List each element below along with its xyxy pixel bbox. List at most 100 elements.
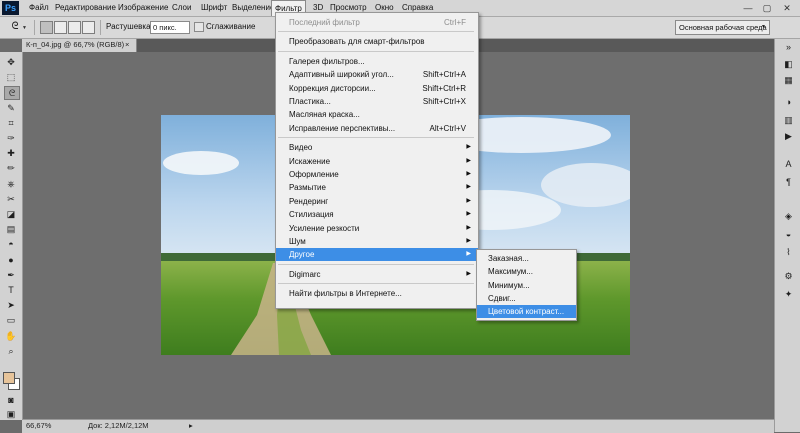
menu-item-label: Шум (289, 237, 306, 246)
document-size: Док: 2,12M/2,12M (88, 421, 149, 430)
filter-menu-item[interactable]: Коррекция дисторсии... Shift+Ctrl+R (276, 82, 478, 95)
screen-mode-icon[interactable]: ▣ (4, 408, 18, 420)
lasso-icon[interactable]: ᘓ (4, 86, 20, 101)
healing-brush-icon[interactable]: ✚ (4, 147, 18, 159)
layers-icon[interactable]: ◈ (782, 211, 795, 222)
tools-panel: ✥ ⬚ ᘓ ✎ ⌗ ✑ ✚ ✏ ⎈ ✂ ◪ ▤ ◓ ● ✒ T ➤ ▭ ✋ ⌕ ◙ ▣ (0, 52, 23, 420)
antialias-checkbox[interactable] (194, 22, 204, 32)
menu-item-label: Стилизация (289, 210, 334, 220)
hand-icon[interactable]: ✋ (4, 330, 18, 342)
character-icon[interactable]: A (782, 159, 795, 170)
filter-menu-item[interactable]: Пластика... Shift+Ctrl+X (276, 95, 478, 108)
minimize-button[interactable]: — (741, 3, 755, 13)
menu-item[interactable]: Изображение (118, 0, 168, 16)
workspace-select[interactable]: Основная рабочая среда ▼ (675, 20, 770, 35)
submenu-arrow-icon: ▶ (466, 171, 471, 177)
add-selection-icon[interactable] (54, 21, 67, 34)
feather-input[interactable]: 0 пикс. (150, 21, 190, 34)
preset-dropdown-icon[interactable]: ▼ (22, 25, 27, 31)
other-submenu-item[interactable]: Цветовой контраст... (477, 305, 576, 319)
filter-menu-item[interactable]: Найти фильтры в Интернете... (276, 287, 478, 300)
actions-icon[interactable]: ▶ (782, 131, 795, 142)
filter-menu-item[interactable]: Адаптивный широкий угол... Shift+Ctrl+A (276, 68, 478, 81)
marquee-icon[interactable]: ⬚ (4, 71, 18, 83)
history-brush-icon[interactable]: ✂ (4, 193, 18, 205)
menu-item-label: Видео (289, 143, 313, 153)
filter-menu-item[interactable]: Размытие ▶ (276, 181, 478, 194)
menu-item-label: Минимум... (488, 280, 530, 290)
filter-menu-item[interactable]: Галерея фильтров... (276, 55, 478, 68)
blur-icon[interactable]: ◓ (4, 238, 18, 250)
filter-menu-item[interactable]: Стилизация ▶ (276, 208, 478, 221)
menu-item[interactable]: Шрифт (201, 0, 227, 16)
adjustments-icon[interactable]: ◑ (782, 97, 795, 108)
zoom-icon[interactable]: ⌕ (4, 345, 18, 357)
foreground-color-swatch[interactable] (3, 372, 15, 384)
status-bar: 66,67% Док: 2,12M/2,12M ▸ (22, 419, 774, 433)
pen-icon[interactable]: ✒ (4, 269, 18, 281)
styles-icon[interactable]: ✦ (782, 289, 795, 300)
collapse-icon[interactable]: » (782, 42, 795, 53)
filter-menu-item[interactable]: Искажение ▶ (276, 155, 478, 168)
filter-menu-item[interactable]: Исправление перспективы... Alt+Ctrl+V (276, 122, 478, 135)
menu-separator (278, 137, 474, 139)
gradient-icon[interactable]: ▤ (4, 223, 18, 235)
intersect-selection-icon[interactable] (82, 21, 95, 34)
swatches-icon[interactable]: ▦ (782, 75, 795, 86)
channels-icon[interactable]: ◒ (782, 229, 795, 240)
menu-item[interactable]: Слои (172, 0, 191, 16)
filter-menu-item[interactable]: Масляная краска... (276, 108, 478, 121)
shape-icon[interactable]: ▭ (4, 314, 18, 326)
chevron-down-icon: ▼ (761, 24, 766, 30)
color-icon[interactable]: ◧ (782, 59, 795, 70)
filter-menu-item[interactable]: Оформление ▶ (276, 168, 478, 181)
submenu-arrow-icon: ▶ (466, 144, 471, 151)
filter-menu-item[interactable]: Преобразовать для смарт-фильтров (276, 35, 478, 48)
subtract-selection-icon[interactable] (68, 21, 81, 34)
filter-menu-item[interactable]: Видео ▶ (276, 141, 478, 154)
eyedropper-icon[interactable]: ✑ (4, 132, 18, 144)
other-submenu-item[interactable]: Максимум... (477, 265, 576, 278)
other-submenu: Заказная... Максимум... Минимум... Сдвиг...… (476, 249, 577, 321)
type-icon[interactable]: T (4, 284, 18, 296)
new-selection-icon[interactable] (40, 21, 53, 34)
quick-mask-icon[interactable]: ◙ (4, 394, 18, 406)
paragraph-icon[interactable]: ¶ (782, 177, 795, 188)
submenu-arrow-icon: ▶ (466, 251, 471, 258)
history-icon[interactable]: ▥ (782, 115, 795, 126)
clone-stamp-icon[interactable]: ⎈ (4, 178, 18, 190)
filter-menu-item[interactable]: Digimarc ▶ (276, 268, 478, 281)
eraser-icon[interactable]: ◪ (4, 208, 18, 220)
brush-icon[interactable]: ✏ (4, 162, 18, 174)
close-tab-icon[interactable]: × (125, 40, 129, 49)
other-submenu-item[interactable]: Сдвиг... (477, 292, 576, 305)
menu-item-shortcut: Shift+Ctrl+A (422, 70, 466, 80)
filter-menu-item[interactable]: Шум ▶ (276, 235, 478, 248)
filter-menu-item[interactable]: Рендеринг ▶ (276, 195, 478, 208)
other-submenu-item[interactable]: Заказная... (477, 252, 576, 265)
lasso-tool-preset-icon[interactable]: ᘓ (8, 21, 22, 33)
close-window-button[interactable]: ✕ (780, 3, 794, 13)
menu-item-label: Исправление перспективы... (289, 123, 396, 133)
filter-menu-item[interactable]: Другое ▶ (276, 248, 478, 262)
status-menu-icon[interactable]: ▸ (189, 421, 193, 430)
filter-menu-item[interactable]: Усиление резкости ▶ (276, 222, 478, 235)
menu-item[interactable]: Выделение (232, 0, 274, 16)
crop-icon[interactable]: ⌗ (4, 117, 18, 129)
move-icon[interactable]: ✥ (4, 56, 18, 68)
path-select-icon[interactable]: ➤ (4, 299, 18, 311)
paths-icon[interactable]: ⌇ (782, 247, 795, 258)
menu-item-label: Искажение (289, 156, 331, 166)
quick-select-icon[interactable]: ✎ (4, 102, 18, 114)
other-submenu-item[interactable]: Минимум... (477, 279, 576, 292)
photoshop-logo: Ps (2, 1, 19, 15)
dodge-icon[interactable]: ● (4, 254, 18, 266)
menu-item[interactable]: Редактирование (55, 0, 116, 16)
properties-icon[interactable]: ⚙ (782, 271, 795, 282)
menu-item[interactable]: Файл (29, 0, 49, 16)
maximize-button[interactable]: ▢ (760, 3, 774, 13)
document-tab[interactable]: К-п_04.jpg @ 66,7% (RGB/8) × (22, 39, 137, 52)
zoom-level[interactable]: 66,67% (26, 421, 51, 430)
workspace-value: Основная рабочая среда (679, 23, 767, 32)
divider (100, 20, 101, 35)
